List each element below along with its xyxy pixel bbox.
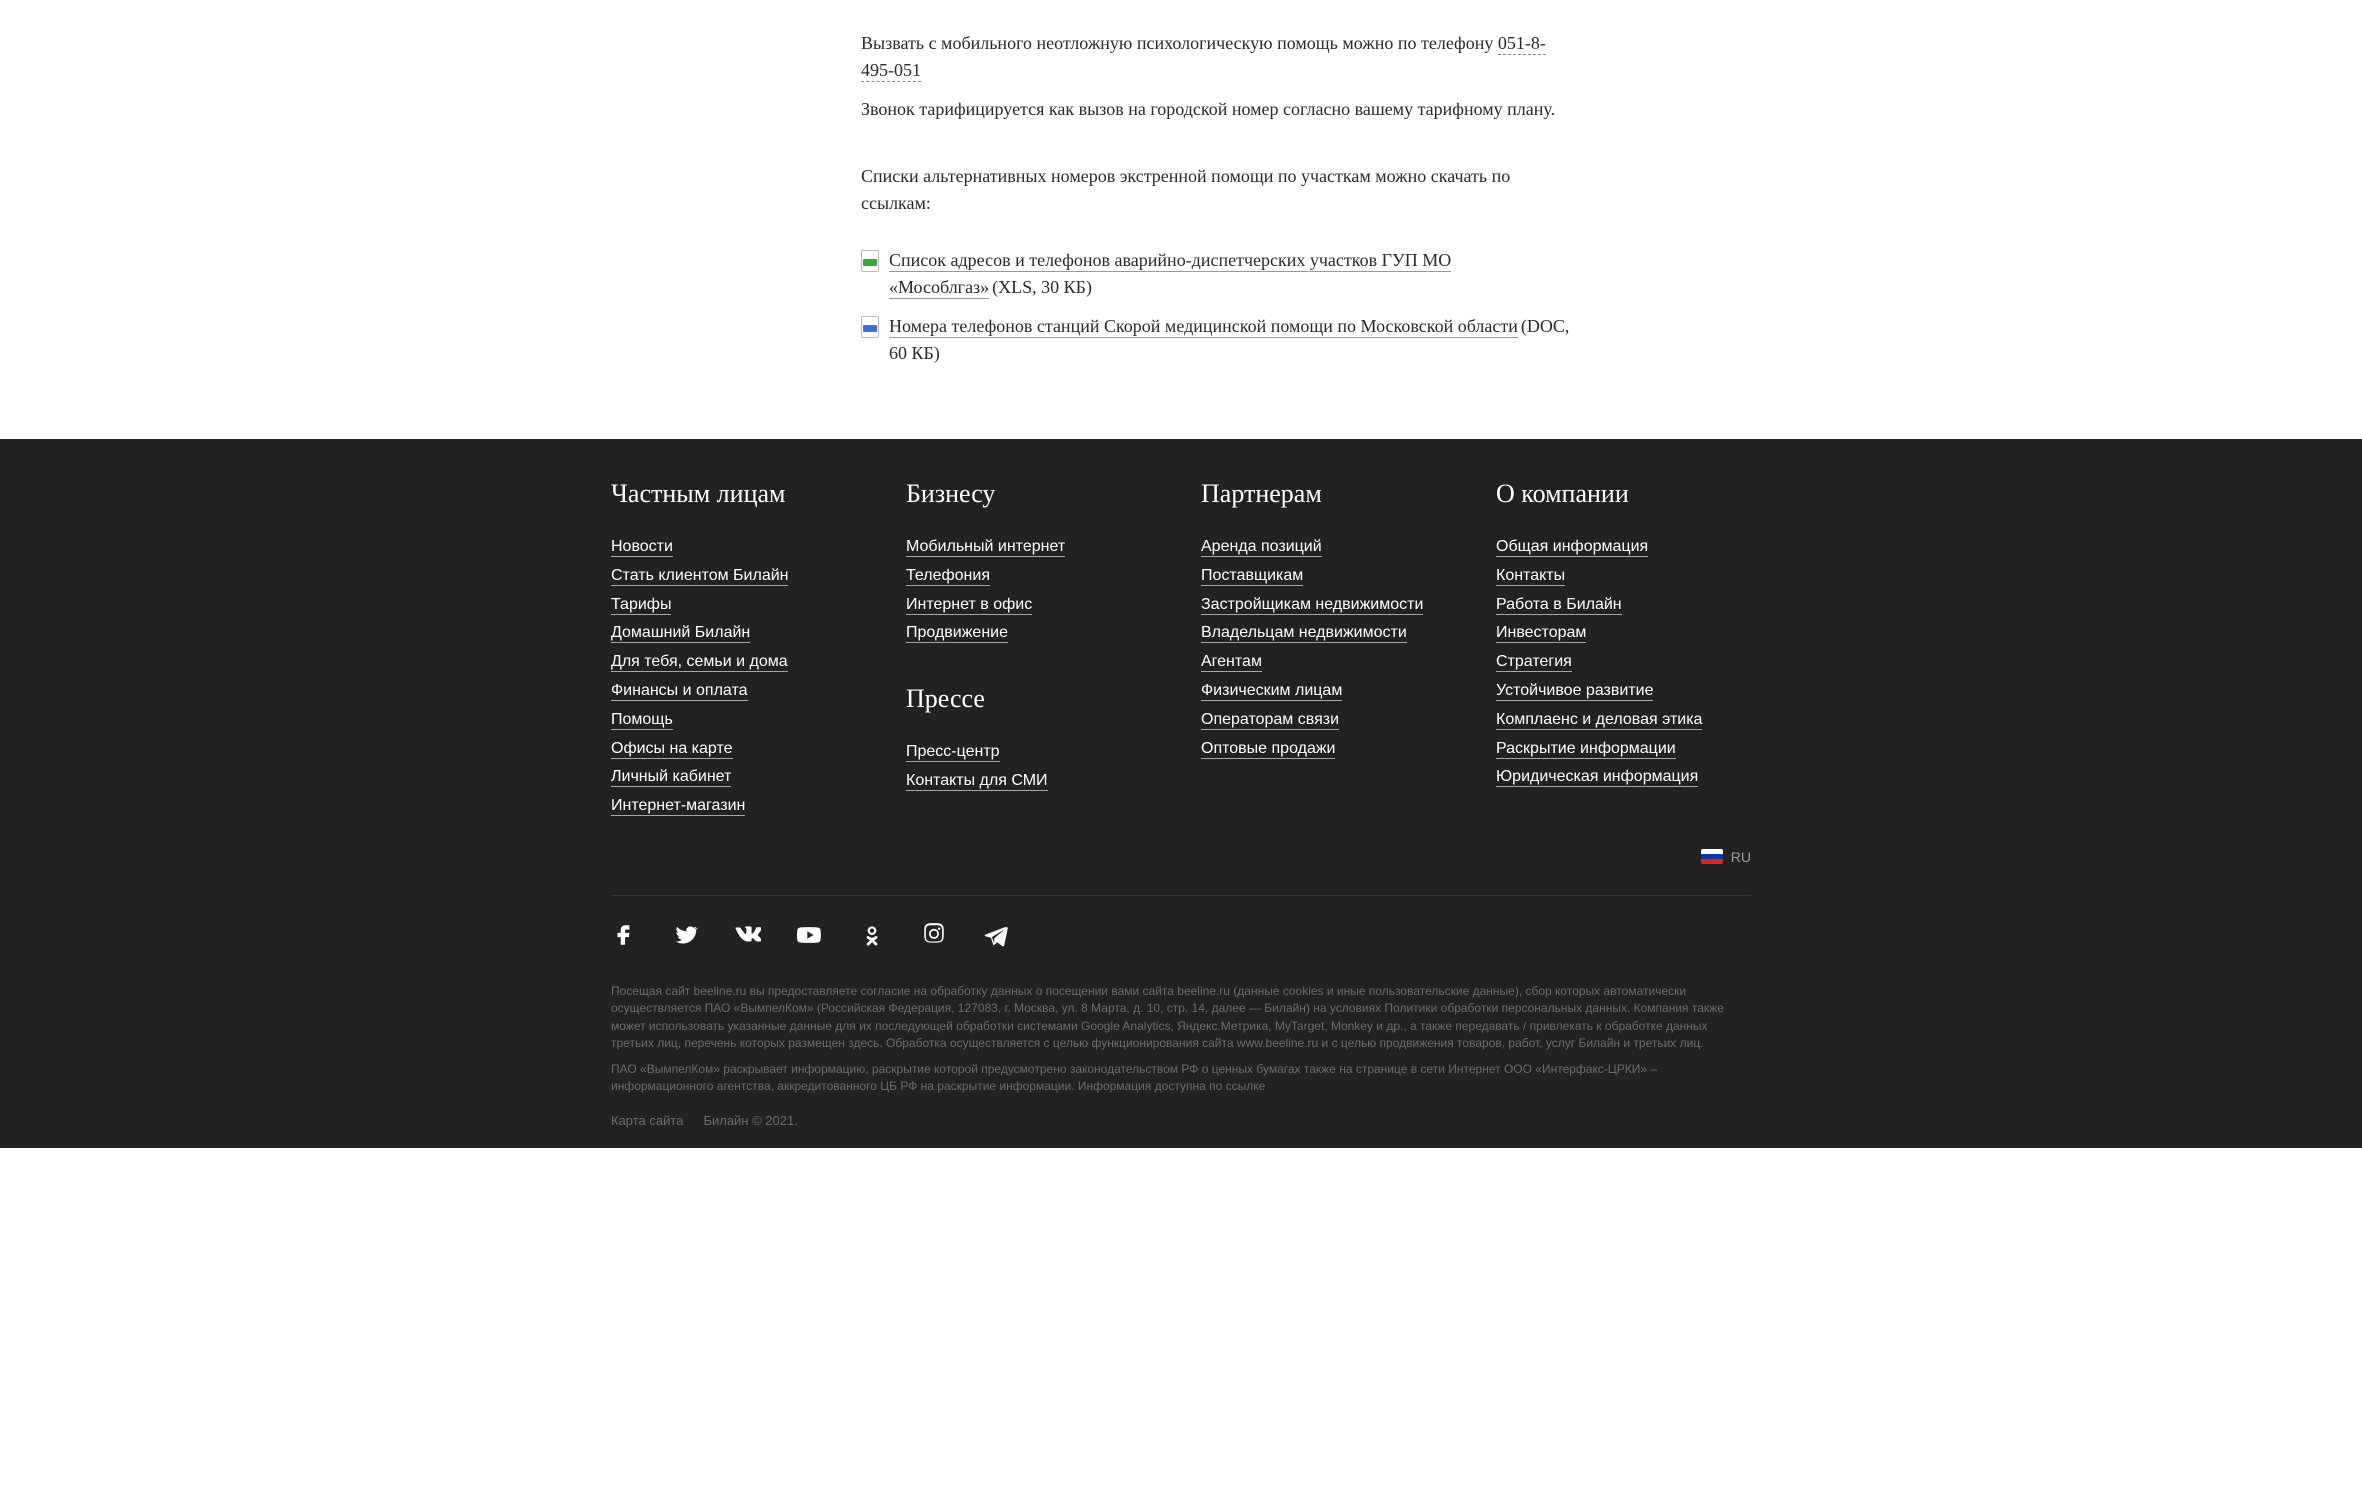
footer-link[interactable]: Офисы на карте xyxy=(611,740,733,759)
footer-link[interactable]: Операторам связи xyxy=(1201,711,1339,730)
footer-link[interactable]: Стратегия xyxy=(1496,653,1572,672)
footer-link[interactable]: Новости xyxy=(611,538,673,557)
footer-col-partners: Партнерам Аренда позиций Поставщикам Зас… xyxy=(1201,479,1456,825)
footer-link[interactable]: Агентам xyxy=(1201,653,1262,672)
footer-link[interactable]: Физическим лицам xyxy=(1201,682,1342,701)
site-footer: Частным лицам Новости Стать клиентом Бил… xyxy=(0,439,2362,1148)
footer-link[interactable]: Устойчивое развитие xyxy=(1496,682,1653,701)
footer-link[interactable]: Мобильный интернет xyxy=(906,538,1065,557)
vk-icon[interactable] xyxy=(735,922,761,953)
footer-link[interactable]: Домашний Билайн xyxy=(611,624,750,643)
instagram-icon[interactable] xyxy=(921,922,947,953)
telegram-icon[interactable] xyxy=(983,922,1009,953)
file-item-xls: Список адресов и телефонов аварийно-дисп… xyxy=(861,247,1571,301)
footer-col-title: Прессе xyxy=(906,684,1161,714)
footer-link[interactable]: Личный кабинет xyxy=(611,768,731,787)
footer-link[interactable]: Юридическая информация xyxy=(1496,768,1698,787)
xls-icon xyxy=(861,250,879,272)
footer-col-title: Бизнесу xyxy=(906,479,1161,509)
language-switcher[interactable]: RU xyxy=(611,849,1751,865)
footer-link[interactable]: Аренда позиций xyxy=(1201,538,1322,557)
footer-col-title: Партнерам xyxy=(1201,479,1456,509)
article-body: Вызвать с мобильного неотложную психолог… xyxy=(771,0,1591,439)
footer-link[interactable]: Телефония xyxy=(906,567,990,586)
paragraph-download: Списки альтернативных номеров экстренной… xyxy=(861,163,1571,217)
legal-p1: Посещая сайт beeline.ru вы предоставляет… xyxy=(611,983,1751,1053)
footer-col-business: Бизнесу Мобильный интернет Телефония Инт… xyxy=(906,479,1161,825)
footer-link[interactable]: Интернет в офис xyxy=(906,596,1032,615)
footer-link[interactable]: Для тебя, семьи и дома xyxy=(611,653,788,672)
sitemap-link[interactable]: Карта сайта xyxy=(611,1113,683,1128)
footer-col-title: О компании xyxy=(1496,479,1751,509)
footer-col-private: Частным лицам Новости Стать клиентом Бил… xyxy=(611,479,866,825)
language-label: RU xyxy=(1731,849,1751,865)
social-bar xyxy=(611,895,1751,953)
bottom-line: Карта сайта Билайн © 2021. xyxy=(611,1113,1751,1128)
footer-link[interactable]: Стать клиентом Билайн xyxy=(611,567,788,586)
file-link[interactable]: Номера телефонов станций Скорой медицинс… xyxy=(889,316,1518,338)
footer-link[interactable]: Раскрытие информации xyxy=(1496,740,1676,759)
footer-link[interactable]: Застройщикам недвижимости xyxy=(1201,596,1423,615)
footer-link[interactable]: Интернет-магазин xyxy=(611,797,745,816)
footer-link[interactable]: Оптовые продажи xyxy=(1201,740,1335,759)
footer-link[interactable]: Владельцам недвижимости xyxy=(1201,624,1407,643)
paragraph-tariff: Звонок тарифицируется как вызов на город… xyxy=(861,96,1571,123)
footer-link[interactable]: Помощь xyxy=(611,711,673,730)
ok-icon[interactable] xyxy=(859,922,885,953)
footer-link[interactable]: Контакты для СМИ xyxy=(906,772,1048,791)
footer-link[interactable]: Пресс-центр xyxy=(906,743,1000,762)
flag-ru-icon xyxy=(1701,849,1723,864)
doc-icon xyxy=(861,316,879,338)
footer-link[interactable]: Финансы и оплата xyxy=(611,682,748,701)
file-item-doc: Номера телефонов станций Скорой медицинс… xyxy=(861,313,1571,367)
youtube-icon[interactable] xyxy=(797,922,823,953)
footer-link[interactable]: Работа в Билайн xyxy=(1496,596,1622,615)
footer-link[interactable]: Комплаенс и деловая этика xyxy=(1496,711,1702,730)
facebook-icon[interactable] xyxy=(611,922,637,953)
file-link[interactable]: Список адресов и телефонов аварийно-дисп… xyxy=(889,250,1451,299)
twitter-icon[interactable] xyxy=(673,922,699,953)
footer-link[interactable]: Инвесторам xyxy=(1496,624,1586,643)
footer-link[interactable]: Поставщикам xyxy=(1201,567,1303,586)
legal-text: Посещая сайт beeline.ru вы предоставляет… xyxy=(611,983,1751,1095)
file-meta: (XLS, 30 КБ) xyxy=(989,277,1092,297)
footer-link[interactable]: Контакты xyxy=(1496,567,1565,586)
paragraph-help: Вызвать с мобильного неотложную психолог… xyxy=(861,30,1571,84)
copyright: Билайн © 2021. xyxy=(703,1113,797,1128)
footer-col-about: О компании Общая информация Контакты Раб… xyxy=(1496,479,1751,825)
file-list: Список адресов и телефонов аварийно-дисп… xyxy=(861,247,1571,367)
footer-link[interactable]: Продвижение xyxy=(906,624,1008,643)
footer-col-title: Частным лицам xyxy=(611,479,866,509)
footer-columns: Частным лицам Новости Стать клиентом Бил… xyxy=(611,479,1751,825)
footer-link[interactable]: Тарифы xyxy=(611,596,671,615)
footer-link[interactable]: Общая информация xyxy=(1496,538,1648,557)
legal-p2: ПАО «ВымпелКом» раскрывает информацию, р… xyxy=(611,1061,1751,1096)
